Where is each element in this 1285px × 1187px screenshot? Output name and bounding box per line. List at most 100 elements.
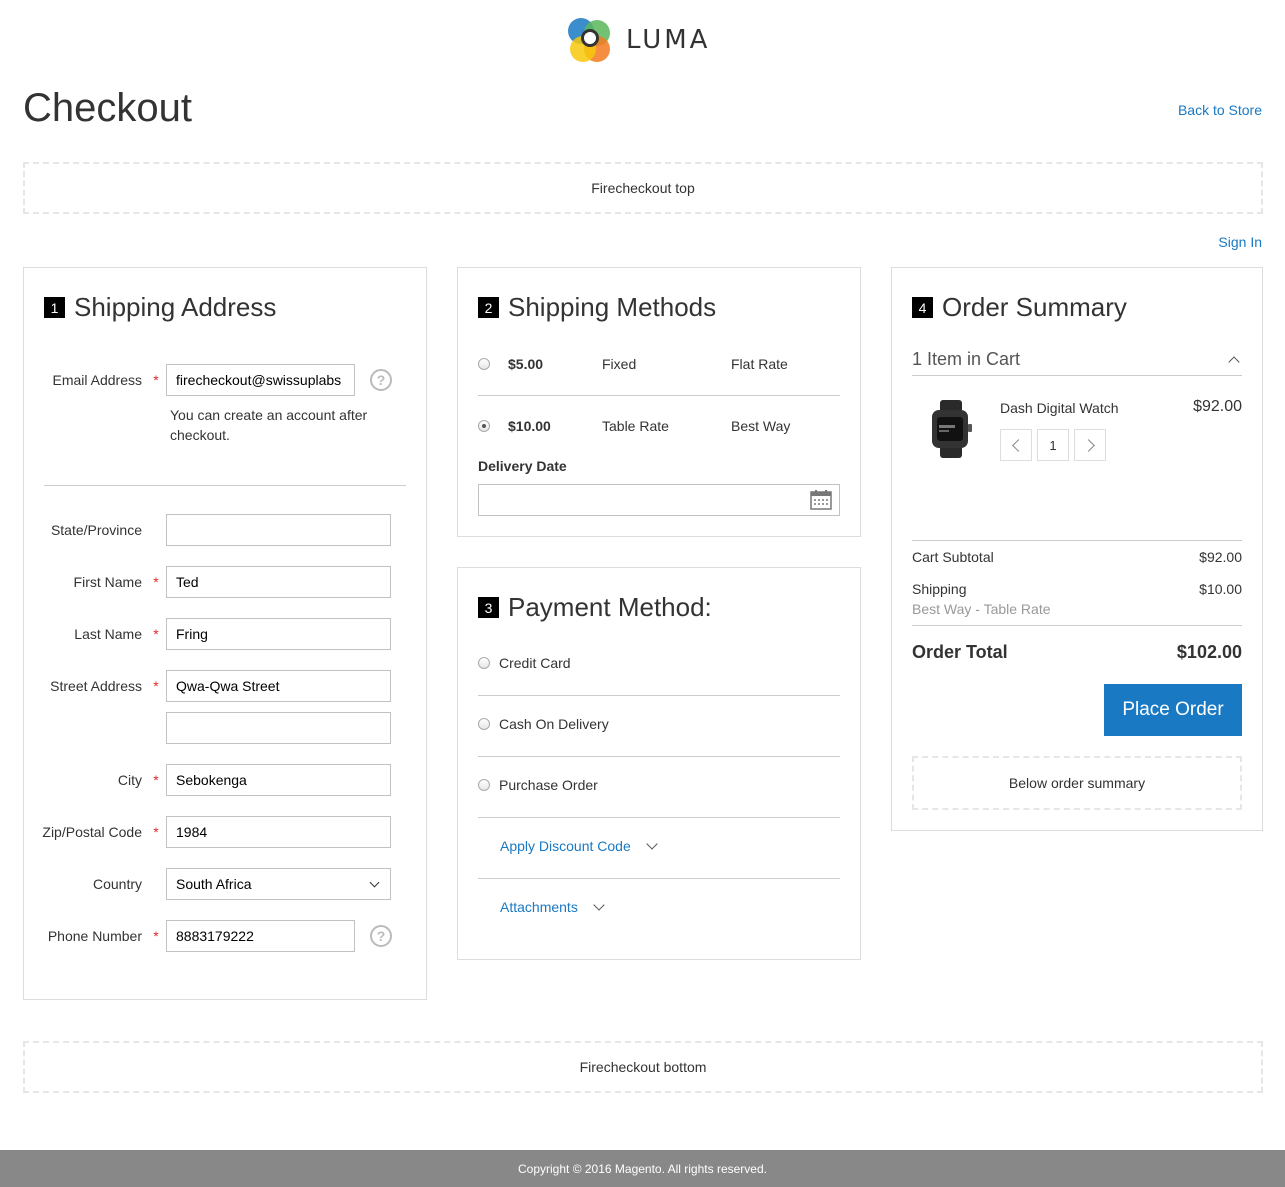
divider — [912, 625, 1242, 626]
required-mark: * — [153, 372, 159, 388]
page-title: Checkout — [23, 86, 192, 130]
chevron-down-icon — [369, 877, 380, 888]
step-number: 2 — [478, 297, 499, 318]
qty-input[interactable]: 1 — [1037, 429, 1069, 461]
divider — [478, 878, 840, 879]
radio-button[interactable] — [478, 657, 490, 669]
first-name-field[interactable]: Ted — [166, 566, 391, 598]
firecheckout-bottom-box: Firecheckout bottom — [23, 1041, 1263, 1093]
attachments-link[interactable]: Attachments — [500, 899, 578, 915]
payment-option-purchase-order[interactable]: Purchase Order — [478, 777, 598, 793]
radio-button-checked[interactable] — [478, 420, 490, 432]
divider — [478, 817, 840, 818]
help-icon[interactable]: ? — [370, 369, 392, 391]
required-mark: * — [153, 824, 159, 840]
first-name-row: First Name * Ted — [24, 566, 391, 598]
cart-subtotal-label: Cart Subtotal — [912, 549, 994, 565]
quantity-stepper: 1 — [1000, 429, 1106, 461]
shipping-address-panel: 1 Shipping Address Email Address * firec… — [23, 267, 427, 1000]
shipping-carrier: Flat Rate — [731, 356, 788, 372]
radio-button[interactable] — [478, 718, 490, 730]
radio-button[interactable] — [478, 358, 490, 370]
state-row: State/Province * — [24, 514, 391, 546]
shipping-carrier: Best Way — [731, 418, 791, 434]
chevron-left-icon — [1011, 438, 1025, 452]
luma-logo-icon — [568, 18, 612, 62]
chevron-down-icon — [593, 899, 605, 911]
delivery-date-label: Delivery Date — [478, 458, 567, 474]
qty-increase-button[interactable] — [1074, 429, 1106, 461]
first-name-label: First Name — [73, 574, 142, 590]
payment-option-label: Credit Card — [499, 655, 571, 671]
radio-button[interactable] — [478, 779, 490, 791]
chevron-right-icon — [1081, 438, 1095, 452]
shipping-option-flat-rate[interactable]: $5.00 Fixed Flat Rate — [478, 354, 840, 374]
street-field-line2[interactable] — [166, 712, 391, 744]
shipping-methods-heading: 2 Shipping Methods — [478, 292, 716, 323]
shipping-option-table-rate[interactable]: $10.00 Table Rate Best Way — [478, 416, 840, 436]
last-name-row: Last Name * Fring — [24, 618, 391, 650]
payment-option-cash-on-delivery[interactable]: Cash On Delivery — [478, 716, 609, 732]
phone-label: Phone Number — [47, 928, 142, 944]
zip-label: Zip/Postal Code — [42, 824, 142, 840]
items-in-cart-toggle[interactable]: 1 Item in Cart — [912, 344, 1242, 376]
city-row: City * Sebokenga — [24, 764, 391, 796]
calendar-icon[interactable] — [810, 490, 832, 510]
payment-option-credit-card[interactable]: Credit Card — [478, 655, 571, 671]
payment-option-label: Purchase Order — [499, 777, 598, 793]
shipping-method-name: Fixed — [602, 356, 637, 372]
order-total-label: Order Total — [912, 642, 1008, 662]
order-summary-panel: 4 Order Summary 1 Item in Cart Dash Digi… — [891, 267, 1263, 831]
product-name: Dash Digital Watch — [1000, 400, 1119, 416]
help-icon[interactable]: ? — [370, 925, 392, 947]
cart-subtotal-value: $92.00 — [1199, 549, 1242, 565]
firecheckout-top-box: Firecheckout top — [23, 162, 1263, 214]
required-mark: * — [153, 626, 159, 642]
step-number: 4 — [912, 297, 933, 318]
email-note: You can create an account after checkout… — [170, 407, 368, 443]
zip-field[interactable]: 1984 — [166, 816, 391, 848]
email-label: Email Address — [52, 372, 142, 388]
order-total-value: $102.00 — [1176, 642, 1242, 662]
street-label: Street Address — [50, 678, 142, 694]
payment-method-heading: 3 Payment Method: — [478, 592, 712, 623]
divider — [478, 695, 840, 696]
country-label: Country — [92, 876, 142, 892]
order-summary-title: Order Summary — [942, 292, 1127, 322]
state-field[interactable] — [166, 514, 391, 546]
chevron-up-icon — [1228, 355, 1240, 368]
city-label: City — [117, 772, 142, 788]
shipping-address-heading: 1 Shipping Address — [44, 292, 276, 323]
email-field[interactable]: firecheckout@swissuplabs — [166, 364, 355, 396]
email-row: Email Address * firecheckout@swissuplabs… — [24, 364, 392, 396]
state-label: State/Province — [50, 522, 142, 538]
divider — [478, 756, 840, 757]
payment-option-label: Cash On Delivery — [499, 716, 609, 732]
shipping-price: $10.00 — [508, 418, 551, 434]
divider — [912, 540, 1242, 541]
below-order-summary-box: Below order summary — [912, 756, 1242, 810]
shipping-label: Shipping — [912, 581, 967, 597]
sign-in-link[interactable]: Sign In — [1218, 234, 1262, 250]
luma-logo[interactable]: LUMA — [568, 18, 710, 62]
country-select[interactable]: South Africa — [166, 868, 391, 900]
last-name-label: Last Name — [74, 626, 142, 642]
phone-field[interactable]: 8883179222 — [166, 920, 355, 952]
luma-logo-text: LUMA — [626, 25, 711, 55]
place-order-button[interactable]: Place Order — [1104, 684, 1242, 736]
delivery-date-field[interactable] — [478, 484, 840, 516]
product-price: $92.00 — [1193, 398, 1242, 415]
street-row-2: * — [24, 712, 391, 744]
shipping-price: $5.00 — [508, 356, 544, 372]
shipping-methods-panel: 2 Shipping Methods $5.00 Fixed Flat Rate… — [457, 267, 861, 537]
chevron-down-icon — [646, 838, 658, 850]
qty-decrease-button[interactable] — [1000, 429, 1032, 461]
back-to-store-link[interactable]: Back to Store — [1178, 102, 1262, 118]
apply-discount-toggle[interactable]: Apply Discount Code — [500, 838, 658, 854]
apply-discount-link[interactable]: Apply Discount Code — [500, 838, 631, 854]
last-name-field[interactable]: Fring — [166, 618, 391, 650]
street-field-line1[interactable]: Qwa-Qwa Street — [166, 670, 391, 702]
step-number: 1 — [44, 297, 65, 318]
city-field[interactable]: Sebokenga — [166, 764, 391, 796]
attachments-toggle[interactable]: Attachments — [500, 899, 605, 915]
